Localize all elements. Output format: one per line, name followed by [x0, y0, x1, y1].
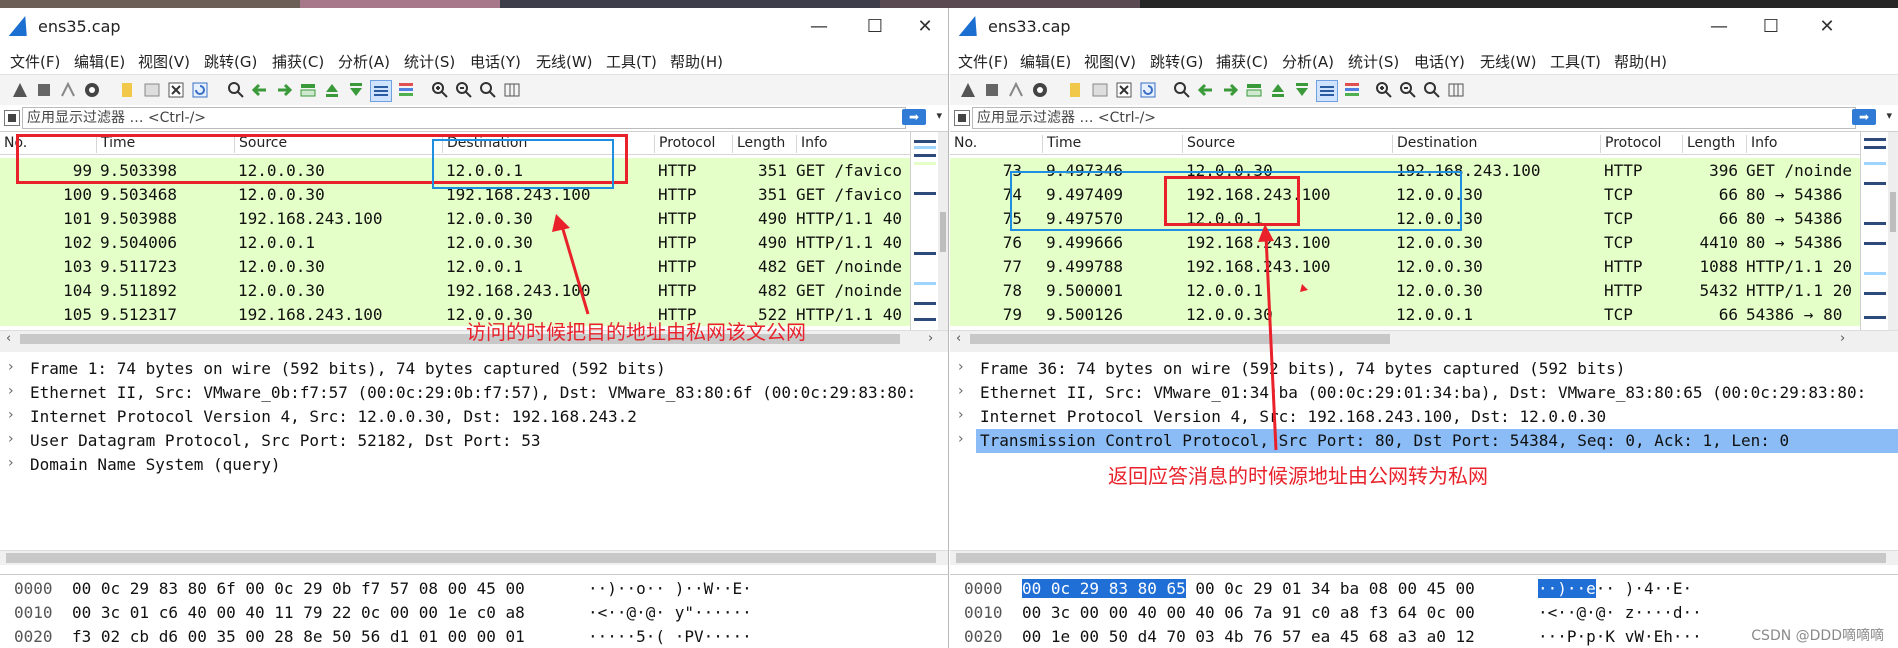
desktop-strip [0, 0, 1898, 8]
annotation-text: 返回应答消息的时候源地址由公网转为私网 [1108, 464, 1488, 488]
annotation-arrow [1258, 224, 1308, 451]
watermark: CSDN @DDD嘀嘀嘀 [1751, 628, 1884, 644]
wireshark-window-right: ens33.cap — ☐ ✕ 文件(F) 编辑(E) 视图(V) 跳转(G) … [950, 8, 1898, 648]
wireshark-window-left: ens35.cap — ☐ ✕ 文件(F) 编辑(E) 视图(V) 跳转(G) … [0, 8, 949, 648]
annotation-text: 访问的时候把目的地址由私网该文公网 [466, 320, 806, 344]
